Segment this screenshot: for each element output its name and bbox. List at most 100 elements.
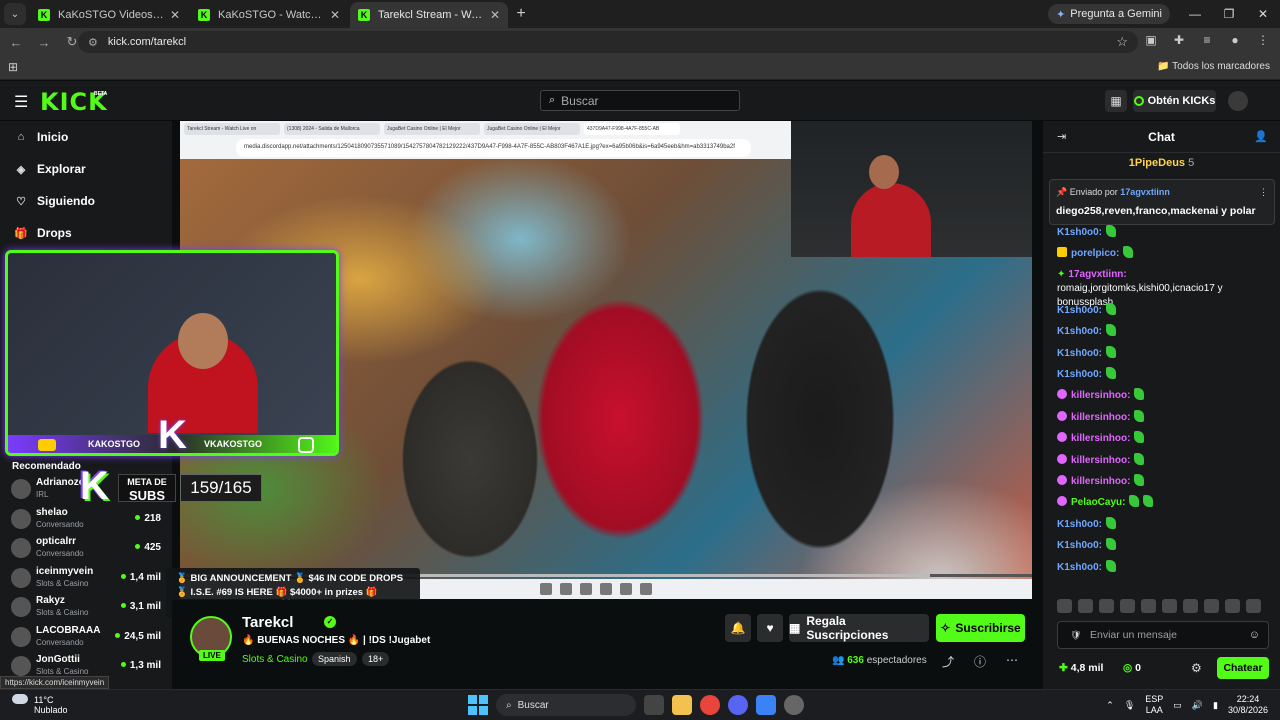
chrome-icon[interactable] bbox=[700, 695, 720, 715]
network-icon[interactable]: ▭ bbox=[1173, 700, 1182, 711]
send-chat-button[interactable]: Chatear bbox=[1217, 657, 1269, 679]
share-icon[interactable]: ⤴ bbox=[942, 653, 954, 670]
subs-goal-line1: META DE bbox=[127, 477, 167, 487]
close-tab-icon[interactable]: ✕ bbox=[490, 8, 500, 22]
discord-icon[interactable] bbox=[728, 695, 748, 715]
forward-icon[interactable]: → bbox=[32, 30, 56, 54]
reading-list-icon[interactable]: ≡ bbox=[1198, 31, 1216, 49]
user-avatar[interactable] bbox=[1228, 91, 1248, 111]
browse-icon[interactable]: ▦ bbox=[1105, 90, 1127, 112]
chat-username[interactable]: K1sh0o0: bbox=[1057, 519, 1102, 530]
language-indicator[interactable]: ESP LAA bbox=[1145, 694, 1163, 716]
hamburger-menu-icon[interactable]: ☰ bbox=[14, 92, 28, 112]
pinned-menu-icon[interactable]: ⋮ bbox=[1259, 187, 1268, 198]
browser-tab-3-active[interactable]: K Tarekcl Stream - Watch Live on K ✕ bbox=[350, 2, 508, 28]
kick-search-input[interactable]: ⌕ Buscar bbox=[540, 90, 740, 111]
all-bookmarks-button[interactable]: 📁 Todos los marcadores bbox=[1157, 61, 1270, 72]
get-kicks-button[interactable]: Obtén KICKs bbox=[1133, 90, 1216, 112]
recommended-item[interactable]: iceinmyvein Slots & Casino 1,4 mil bbox=[11, 564, 161, 592]
info-icon[interactable]: ⓘ bbox=[974, 653, 986, 670]
channel-points[interactable]: ◎ 0 bbox=[1123, 662, 1141, 674]
file-explorer-icon[interactable] bbox=[672, 695, 692, 715]
clock[interactable]: 22:24 30/8/2026 bbox=[1228, 694, 1268, 716]
extension-icon[interactable]: ▣ bbox=[1142, 31, 1160, 49]
emote-button[interactable] bbox=[1183, 599, 1198, 613]
chat-users-icon[interactable]: 👤 bbox=[1254, 130, 1268, 143]
tag-age[interactable]: 18+ bbox=[362, 652, 390, 666]
emote-button[interactable] bbox=[1120, 599, 1135, 613]
more-options-icon[interactable]: ⋯ bbox=[1006, 653, 1018, 667]
maximize-icon[interactable]: ❐ bbox=[1212, 0, 1246, 28]
emote-button[interactable] bbox=[1141, 599, 1156, 613]
taskbar-search[interactable]: ⌕ Buscar bbox=[496, 694, 636, 716]
chat-username[interactable]: killersinhoo: bbox=[1071, 412, 1130, 423]
chat-username[interactable]: 17agvxtiinn: bbox=[1068, 269, 1126, 280]
windows-start-icon[interactable] bbox=[468, 695, 488, 715]
browser-tab-2[interactable]: K KaKoSTGO - Watch the VOD on K ✕ bbox=[190, 2, 348, 28]
new-tab-button[interactable]: + bbox=[510, 3, 532, 25]
chat-input[interactable]: 🛡 Enviar un mensaje ☺ bbox=[1057, 621, 1269, 649]
chat-username[interactable]: PelaoCayu: bbox=[1071, 497, 1125, 508]
chat-username[interactable]: porelpico: bbox=[1071, 248, 1119, 259]
chat-username[interactable]: killersinhoo: bbox=[1071, 433, 1130, 444]
chat-username[interactable]: killersinhoo: bbox=[1071, 390, 1130, 401]
chat-username[interactable]: K1sh0o0: bbox=[1057, 326, 1102, 337]
app-f-icon[interactable] bbox=[756, 695, 776, 715]
tag-language[interactable]: Spanish bbox=[312, 652, 357, 666]
battery-icon[interactable]: ▮ bbox=[1213, 700, 1218, 711]
gear-icon[interactable]: ⚙ bbox=[1191, 661, 1202, 675]
stream-category[interactable]: Slots & Casino bbox=[242, 654, 308, 665]
ask-gemini-button[interactable]: ✦ Pregunta a Gemini bbox=[1048, 4, 1170, 24]
app-icon[interactable] bbox=[784, 695, 804, 715]
emoji-icon[interactable]: ☺ bbox=[1249, 629, 1260, 641]
emote-button[interactable] bbox=[1099, 599, 1114, 613]
chat-username[interactable]: killersinhoo: bbox=[1071, 455, 1130, 466]
tray-chevron-icon[interactable]: ⌃ bbox=[1106, 700, 1114, 711]
subscribe-button[interactable]: ✧ Suscribirse bbox=[936, 614, 1025, 642]
follow-heart-button[interactable]: ♥ bbox=[757, 614, 783, 642]
kicks-balance[interactable]: ✚ 4,8 mil bbox=[1059, 662, 1103, 674]
emote-button[interactable] bbox=[1078, 599, 1093, 613]
mic-icon[interactable]: 🎙 bbox=[1124, 700, 1135, 711]
chat-username[interactable]: K1sh0o0: bbox=[1057, 227, 1102, 238]
emote-button[interactable] bbox=[1225, 599, 1240, 613]
tab-search-button[interactable]: ⌄ bbox=[4, 3, 26, 25]
chrome-menu-icon[interactable]: ⋮ bbox=[1254, 31, 1272, 49]
minimize-icon[interactable]: — bbox=[1178, 0, 1212, 28]
emote-button[interactable] bbox=[1246, 599, 1261, 613]
emote-button[interactable] bbox=[1162, 599, 1177, 613]
gift-subs-button[interactable]: ▦ Regala Suscripciones bbox=[789, 614, 929, 642]
address-bar[interactable]: ⚙ kick.com/tarekcl ☆ bbox=[78, 31, 1138, 53]
notification-bell-button[interactable]: 🔔 bbox=[725, 614, 751, 642]
bookmark-star-icon[interactable]: ☆ bbox=[1116, 34, 1128, 50]
browser-tab-1[interactable]: K KaKoSTGO Videos - Watch On-Dem ✕ bbox=[30, 2, 188, 28]
task-view-icon[interactable] bbox=[644, 695, 664, 715]
recommended-item[interactable]: LACOBRAAA Conversando 24,5 mil bbox=[11, 623, 161, 651]
chat-username[interactable]: K1sh0o0: bbox=[1057, 305, 1102, 316]
site-info-icon[interactable]: ⚙ bbox=[88, 36, 98, 49]
chat-username[interactable]: K1sh0o0: bbox=[1057, 562, 1102, 573]
back-icon[interactable]: ← bbox=[4, 30, 28, 54]
chat-username[interactable]: killersinhoo: bbox=[1071, 476, 1130, 487]
weather-widget[interactable]: 11°C Nublado bbox=[12, 694, 68, 715]
close-window-icon[interactable]: ✕ bbox=[1246, 0, 1280, 28]
apps-grid-icon[interactable]: ⊞ bbox=[8, 60, 18, 74]
sidebar-item-inicio[interactable]: ⌂ Inicio bbox=[14, 130, 69, 144]
close-tab-icon[interactable]: ✕ bbox=[170, 8, 180, 22]
chat-username[interactable]: K1sh0o0: bbox=[1057, 348, 1102, 359]
sidebar-item-drops[interactable]: 🎁 Drops bbox=[14, 226, 72, 240]
streamer-name[interactable]: Tarekcl bbox=[242, 614, 293, 631]
volume-icon[interactable]: 🔊 bbox=[1192, 700, 1203, 711]
chat-username[interactable]: K1sh0o0: bbox=[1057, 540, 1102, 551]
emote-button[interactable] bbox=[1057, 599, 1072, 613]
sidebar-item-siguiendo[interactable]: ♡ Siguiendo bbox=[14, 194, 95, 208]
recommended-item[interactable]: opticalrr Conversando 425 bbox=[11, 534, 161, 562]
channel-avatar bbox=[11, 656, 31, 676]
sidebar-item-explorar[interactable]: ◈ Explorar bbox=[14, 162, 86, 176]
recommended-item[interactable]: Rakyz Slots & Casino 3,1 mil bbox=[11, 593, 161, 621]
close-tab-icon[interactable]: ✕ bbox=[330, 8, 340, 22]
extensions-puzzle-icon[interactable]: ✚ bbox=[1170, 31, 1188, 49]
emote-button[interactable] bbox=[1204, 599, 1219, 613]
profile-icon[interactable]: ● bbox=[1226, 31, 1244, 49]
chat-username[interactable]: K1sh0o0: bbox=[1057, 369, 1102, 380]
